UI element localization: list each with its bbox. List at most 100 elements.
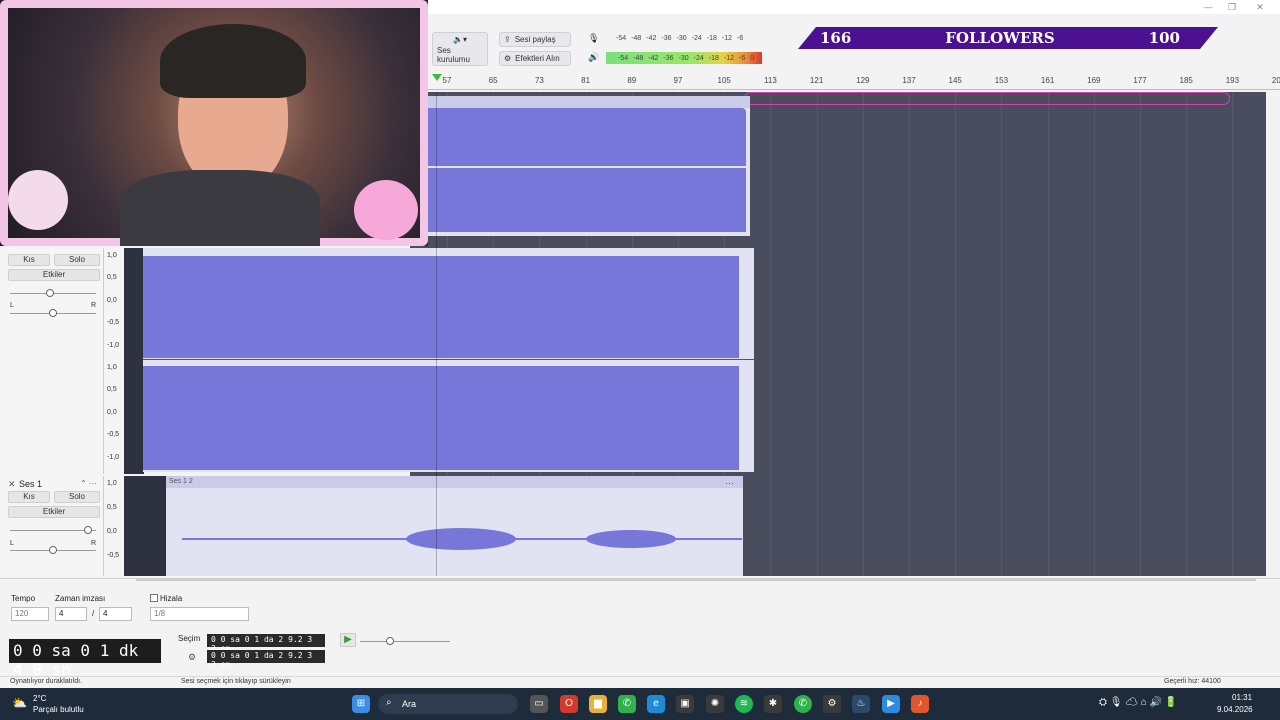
- get-effects-button[interactable]: ⚙ Efektleri Alın: [499, 51, 571, 66]
- horizontal-scrollbar[interactable]: [136, 579, 1256, 581]
- collapse-icon[interactable]: ⌃ ···: [80, 479, 97, 488]
- minimize-button[interactable]: —: [1196, 0, 1220, 14]
- snap-checkbox[interactable]: [150, 594, 158, 602]
- store-icon[interactable]: ▣: [676, 695, 694, 713]
- audio-setup-label: Ses kurulumu: [437, 45, 470, 64]
- ruler-tick: 121: [809, 76, 824, 85]
- record-meter-scale[interactable]: -54 -48 -42 -36 -30 -24 -18 -12 -6: [616, 32, 743, 44]
- clock-time[interactable]: 01:31: [1232, 693, 1252, 702]
- chatgpt-icon[interactable]: ✺: [706, 695, 724, 713]
- clip-header-2[interactable]: Ses 1 2: [166, 476, 743, 488]
- audio-setup-button[interactable]: 🔈▾ Ses kurulumu: [432, 32, 488, 66]
- spotify-icon[interactable]: ≋: [735, 695, 753, 713]
- audacity-icon[interactable]: ♪: [911, 695, 929, 713]
- channel-divider: [143, 359, 754, 360]
- app-icon[interactable]: ✱: [764, 695, 782, 713]
- hair: [160, 24, 306, 98]
- effects-button[interactable]: Etkiler: [8, 269, 100, 281]
- grid-line: [955, 92, 957, 576]
- amplitude-scale: 1,0 0,5 0,0 -0,5 -1,0 1,0 0,5 0,0 -0,5 -1,0: [104, 248, 124, 474]
- loop-region[interactable]: [744, 92, 1230, 105]
- microphone-icon[interactable]: 🎙: [588, 33, 599, 44]
- audio-clip-main[interactable]: [143, 248, 754, 472]
- clip-menu-icon-2[interactable]: ···: [725, 478, 734, 488]
- steam-icon[interactable]: ♨: [852, 695, 870, 713]
- solo-button[interactable]: Solo: [54, 254, 100, 266]
- snap-select[interactable]: 1/8: [150, 607, 249, 621]
- amplitude-tick: -0,5: [107, 319, 120, 327]
- weather-desc[interactable]: Parçalı bulutlu: [33, 705, 84, 714]
- settings-gear-icon[interactable]: ⚙: [188, 652, 196, 663]
- solo-button-2[interactable]: Solo: [54, 491, 100, 503]
- ruler-tick: 137: [902, 76, 916, 85]
- plug-icon: ⚙: [504, 54, 512, 63]
- gain-slider-knob[interactable]: [46, 289, 54, 297]
- search-box[interactable]: ⌕ Ara: [378, 694, 518, 714]
- play-button[interactable]: ▶: [340, 633, 356, 647]
- mute-button[interactable]: Kıs: [8, 254, 50, 266]
- clip-menu-icon[interactable]: ···: [736, 241, 745, 251]
- task-view-icon[interactable]: ▭: [530, 695, 548, 713]
- clip-name: Ses 1 2: [169, 478, 193, 485]
- whatsapp-business-icon[interactable]: ✆: [794, 695, 812, 713]
- folder-icon[interactable]: ▆: [589, 695, 607, 713]
- ruler-tick: 177: [1133, 76, 1147, 85]
- close-button[interactable]: ✕: [1248, 0, 1272, 14]
- audio-clip[interactable]: [414, 96, 750, 236]
- ruler-tick: 153: [994, 76, 1009, 85]
- weather-icon[interactable]: ⛅: [12, 696, 27, 710]
- waveform-right: [143, 366, 739, 470]
- grid-line: [909, 92, 910, 576]
- tray-icons[interactable]: ⛭ 🎙 ☁ ⌂ 🔊 🔋: [1099, 697, 1177, 708]
- potion-sticker: [354, 180, 418, 240]
- tempo-input[interactable]: 120: [11, 607, 49, 621]
- selection-end-field[interactable]: 0 0 sa 0 1 da 2 9.2 3 2 sn: [207, 650, 325, 669]
- pan-slider-knob-2[interactable]: [49, 546, 57, 554]
- followers-label: FOLLOWERS: [945, 29, 1055, 47]
- get-effects-label: Efektleri Alın: [515, 54, 560, 63]
- whatsapp-icon[interactable]: ✆: [618, 695, 636, 713]
- windows-start-icon[interactable]: ⊞: [352, 695, 370, 713]
- close-track-icon[interactable]: ✕: [8, 479, 16, 490]
- waveform-left: [416, 108, 746, 166]
- followers-right-count: 100: [1148, 29, 1180, 47]
- playhead-line: [436, 92, 437, 576]
- timeline-ruler[interactable]: 57 65 73 81 89 97 105 113 121 129 137 145 153 161 169 1…: [410, 72, 1280, 90]
- selection-start-field[interactable]: 0 0 sa 0 1 da 2 9.2 3 2 sn: [207, 634, 325, 653]
- meter-tick: -24: [693, 54, 704, 62]
- settings-app-icon[interactable]: ⚙: [823, 695, 841, 713]
- mute-button-2[interactable]: Kıs: [8, 491, 50, 503]
- time-signature-denominator[interactable]: 4: [99, 607, 132, 621]
- playback-speed-knob[interactable]: [386, 637, 394, 645]
- shirt: [120, 170, 320, 246]
- clip-header[interactable]: [414, 96, 750, 108]
- ruler-tick: 57: [442, 76, 452, 85]
- playhead-marker-icon[interactable]: [432, 74, 442, 81]
- meter-tick: -6: [737, 34, 744, 42]
- amplitude-tick: 0,5: [107, 386, 117, 394]
- grid-line: [1093, 92, 1095, 576]
- speaker-icon: 🔈▾: [453, 34, 467, 44]
- search-label: Ara: [402, 699, 417, 709]
- clock-date[interactable]: 9.04.2026: [1217, 705, 1253, 714]
- maximize-button[interactable]: ❐: [1220, 0, 1244, 14]
- audio-clip-2[interactable]: Ses 1 2: [166, 476, 743, 576]
- zoom-icon[interactable]: ▶: [882, 695, 900, 713]
- time-display[interactable]: 0 0 sa 0 1 dk 4 8 sn: [9, 639, 161, 679]
- volume-icon[interactable]: 🔊: [588, 52, 599, 63]
- share-audio-button[interactable]: ⇪ Sesi paylaş: [499, 32, 571, 47]
- status-right: Geçerli hız: 44100: [1164, 678, 1221, 685]
- ruler-tick: 81: [581, 76, 591, 85]
- playback-speed-slider[interactable]: [360, 641, 450, 642]
- gain-slider-knob-2[interactable]: [84, 526, 92, 534]
- pan-slider-knob[interactable]: [49, 309, 57, 317]
- grid-line: [1140, 92, 1141, 576]
- effects-button-2[interactable]: Etkiler: [8, 506, 100, 518]
- track-name[interactable]: Ses 1: [19, 479, 42, 489]
- ruler-tick: 105: [717, 76, 731, 85]
- time-signature-numerator[interactable]: 4: [55, 607, 87, 621]
- edge-icon[interactable]: e: [647, 695, 665, 713]
- opera-icon[interactable]: O: [560, 695, 578, 713]
- weather-temp[interactable]: 2°C: [33, 694, 46, 703]
- pan-right-label: R: [91, 302, 97, 309]
